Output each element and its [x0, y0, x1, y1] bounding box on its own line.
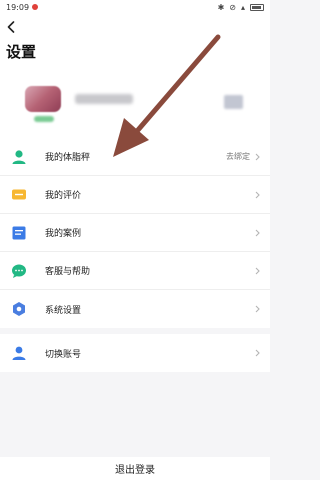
username-blurred	[75, 94, 133, 104]
signal-icon: ▴	[240, 2, 245, 12]
back-button[interactable]	[3, 19, 19, 35]
page-title: 设置	[6, 43, 37, 61]
menu-item-label: 我的案例	[45, 229, 82, 239]
bluetooth-icon: ✱	[217, 2, 225, 12]
gear-icon	[13, 302, 25, 316]
menu-item-label: 我的评价	[45, 191, 82, 201]
status-time: 19:09	[6, 2, 30, 12]
menu-item-label: 客服与帮助	[45, 267, 91, 277]
profile-code-icon[interactable]	[224, 95, 243, 109]
user-icon	[12, 149, 26, 164]
profile-card[interactable]	[0, 80, 270, 138]
chevron-right-icon	[255, 153, 260, 160]
chevron-right-icon	[255, 349, 260, 357]
settings-menu: 我的体脂秤 去绑定 我的评价 我的案例 客服与帮助 系统设置	[0, 138, 270, 328]
battery-icon	[250, 3, 264, 11]
menu-item-label: 切换账号	[45, 349, 82, 360]
chevron-right-icon	[255, 267, 260, 274]
avatar	[25, 86, 61, 112]
chat-bubble-icon	[12, 264, 26, 278]
chevron-left-icon	[7, 21, 15, 33]
case-icon	[12, 226, 26, 239]
menu-item-reviews[interactable]: 我的评价	[0, 176, 270, 214]
chevron-right-icon	[255, 191, 260, 198]
menu-item-support[interactable]: 客服与帮助	[0, 252, 270, 290]
mute-icon: ⊘	[229, 2, 236, 12]
chevron-right-icon	[255, 305, 260, 313]
notification-icon	[32, 4, 39, 10]
member-badge-blurred	[34, 116, 54, 122]
comment-icon	[12, 189, 26, 199]
menu-item-scale[interactable]: 我的体脂秤 去绑定	[0, 138, 270, 176]
switch-user-icon	[12, 346, 26, 360]
status-bar: 19:09 ✱ ⊘ ▴	[0, 0, 270, 14]
menu-item-system-settings[interactable]: 系统设置	[0, 290, 270, 328]
menu-item-label: 我的体脂秤	[45, 153, 91, 163]
header: 设置	[0, 14, 270, 80]
menu-item-cases[interactable]: 我的案例	[0, 214, 270, 252]
bind-status: 去绑定	[226, 152, 250, 161]
logout-button[interactable]: 退出登录	[0, 457, 270, 480]
chevron-right-icon	[255, 229, 260, 236]
menu-item-label: 系统设置	[45, 305, 82, 316]
menu-item-switch-account[interactable]: 切换账号	[0, 334, 270, 372]
account-section: 切换账号	[0, 334, 270, 372]
